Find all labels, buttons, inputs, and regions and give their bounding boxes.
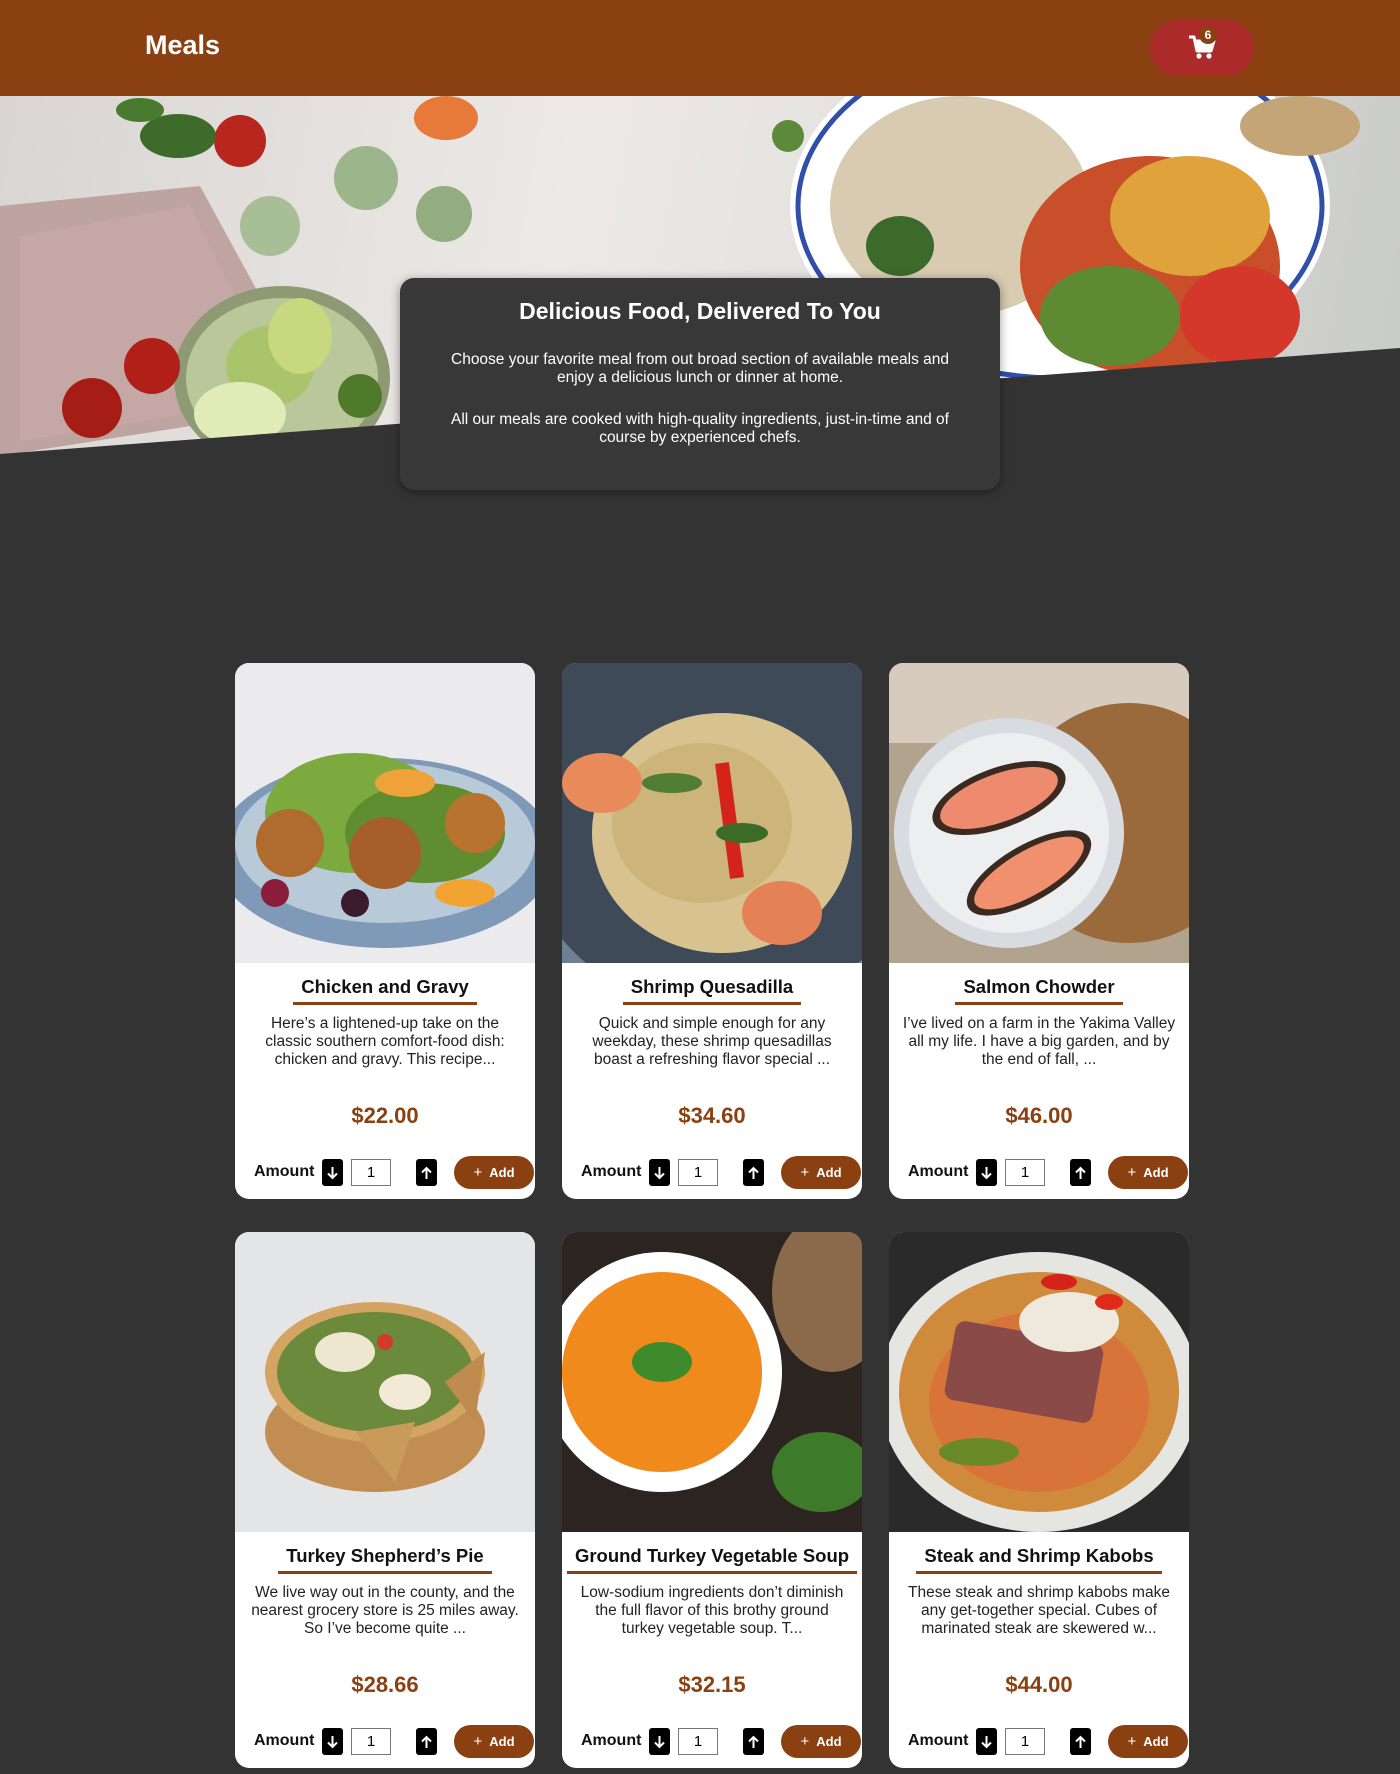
amount-control: Amount + Add [581,1156,861,1189]
meal-image [235,1232,535,1532]
arrow-up-icon [1075,1735,1086,1748]
arrow-down-icon [654,1167,665,1180]
meal-description: Low-sodium ingredients don’t diminish th… [580,1584,844,1637]
add-button-label: Add [1143,1734,1169,1749]
arrow-up-icon [1075,1166,1086,1179]
meal-price: $46.00 [1005,1103,1073,1128]
amount-label: Amount [908,1732,969,1749]
amount-label: Amount [908,1163,969,1180]
add-button-label: Add [489,1165,515,1180]
meal-price: $44.00 [1005,1672,1073,1697]
add-to-cart-button[interactable]: + Add [1108,1725,1188,1758]
meal-title: Shrimp Quesadilla [622,976,802,1005]
meal-title: Chicken and Gravy [293,976,477,1005]
meal-description: Here’s a lightened-up take on the classi… [265,1015,505,1068]
amount-label: Amount [254,1732,315,1749]
meal-price: $22.00 [351,1103,419,1128]
plus-icon: + [1127,1164,1137,1181]
meal-image [235,663,535,963]
arrow-up-icon [748,1735,759,1748]
meal-description: Quick and simple enough for any weekday,… [592,1015,832,1068]
increase-amount-button[interactable] [1070,1728,1091,1755]
meal-card: Shrimp Quesadilla Quick and simple enoug… [562,663,862,1199]
meal-image [889,663,1189,963]
amount-control: Amount + Add [581,1725,861,1758]
hero-title: Delicious Food, Delivered To You [519,298,881,324]
logo[interactable]: Meals [145,30,220,61]
add-button-label: Add [489,1734,515,1749]
add-to-cart-button[interactable]: + Add [781,1725,861,1758]
arrow-down-icon [654,1736,665,1749]
arrow-down-icon [981,1167,992,1180]
increase-amount-button[interactable] [416,1728,437,1755]
plus-icon: + [800,1733,810,1750]
hero-paragraph: Choose your favorite meal from out broad… [451,351,949,386]
increase-amount-button[interactable] [743,1728,764,1755]
meal-card: Chicken and Gravy Here’s a lightened-up … [235,663,535,1199]
amount-input[interactable] [678,1159,718,1186]
amount-control: Amount + Add [254,1156,534,1189]
meal-title: Turkey Shepherd’s Pie [278,1545,492,1574]
decrease-amount-button[interactable] [649,1159,670,1186]
arrow-up-icon [421,1166,432,1179]
arrow-up-icon [748,1166,759,1179]
add-button-label: Add [816,1165,842,1180]
amount-control: Amount + Add [908,1156,1188,1189]
plus-icon: + [1127,1733,1137,1750]
add-to-cart-button[interactable]: + Add [1108,1156,1188,1189]
meal-card: Ground Turkey Vegetable Soup Low-sodium … [562,1232,862,1768]
arrow-down-icon [981,1736,992,1749]
decrease-amount-button[interactable] [322,1159,343,1186]
hero-summary-card: Delicious Food, Delivered To You Choose … [400,278,1000,490]
amount-label: Amount [581,1163,642,1180]
arrow-up-icon [421,1735,432,1748]
plus-icon: + [800,1164,810,1181]
meal-image [889,1232,1189,1532]
header: Meals 6 [0,0,1400,96]
amount-input[interactable] [351,1159,391,1186]
meal-title: Ground Turkey Vegetable Soup [566,1545,858,1574]
plus-icon: + [473,1733,483,1750]
amount-control: Amount + Add [908,1725,1188,1758]
meal-description: We live way out in the county, and the n… [251,1584,519,1637]
amount-input[interactable] [351,1728,391,1755]
meal-price: $34.60 [678,1103,746,1128]
increase-amount-button[interactable] [416,1159,437,1186]
cart-count-badge: 6 [1199,26,1217,44]
decrease-amount-button[interactable] [649,1728,670,1755]
hero-paragraph: All our meals are cooked with high-quali… [451,411,949,446]
add-button-label: Add [1143,1165,1169,1180]
meal-card: Salmon Chowder I’ve lived on a farm in t… [889,663,1189,1199]
meal-price: $32.15 [678,1672,746,1697]
arrow-down-icon [327,1167,338,1180]
amount-control: Amount + Add [254,1725,534,1758]
add-to-cart-button[interactable]: + Add [454,1725,534,1758]
amount-input[interactable] [1005,1159,1045,1186]
meal-image [562,1232,862,1532]
meal-card: Turkey Shepherd’s Pie We live way out in… [235,1232,535,1768]
plus-icon: + [473,1164,483,1181]
arrow-down-icon [327,1736,338,1749]
decrease-amount-button[interactable] [322,1728,343,1755]
amount-label: Amount [254,1163,315,1180]
amount-input[interactable] [1005,1728,1045,1755]
increase-amount-button[interactable] [1070,1159,1091,1186]
meal-title: Salmon Chowder [955,976,1123,1005]
meal-description: These steak and shrimp kabobs make any g… [908,1584,1170,1637]
meal-card: Steak and Shrimp Kabobs These steak and … [889,1232,1189,1768]
decrease-amount-button[interactable] [976,1728,997,1755]
add-to-cart-button[interactable]: + Add [781,1156,861,1189]
amount-label: Amount [581,1732,642,1749]
meal-image [562,663,862,963]
add-to-cart-button[interactable]: + Add [454,1156,534,1189]
amount-input[interactable] [678,1728,718,1755]
meal-price: $28.66 [351,1672,419,1697]
add-button-label: Add [816,1734,842,1749]
meal-description: I’ve lived on a farm in the Yakima Valle… [902,1015,1176,1068]
increase-amount-button[interactable] [743,1159,764,1186]
meal-title: Steak and Shrimp Kabobs [916,1545,1162,1574]
decrease-amount-button[interactable] [976,1159,997,1186]
